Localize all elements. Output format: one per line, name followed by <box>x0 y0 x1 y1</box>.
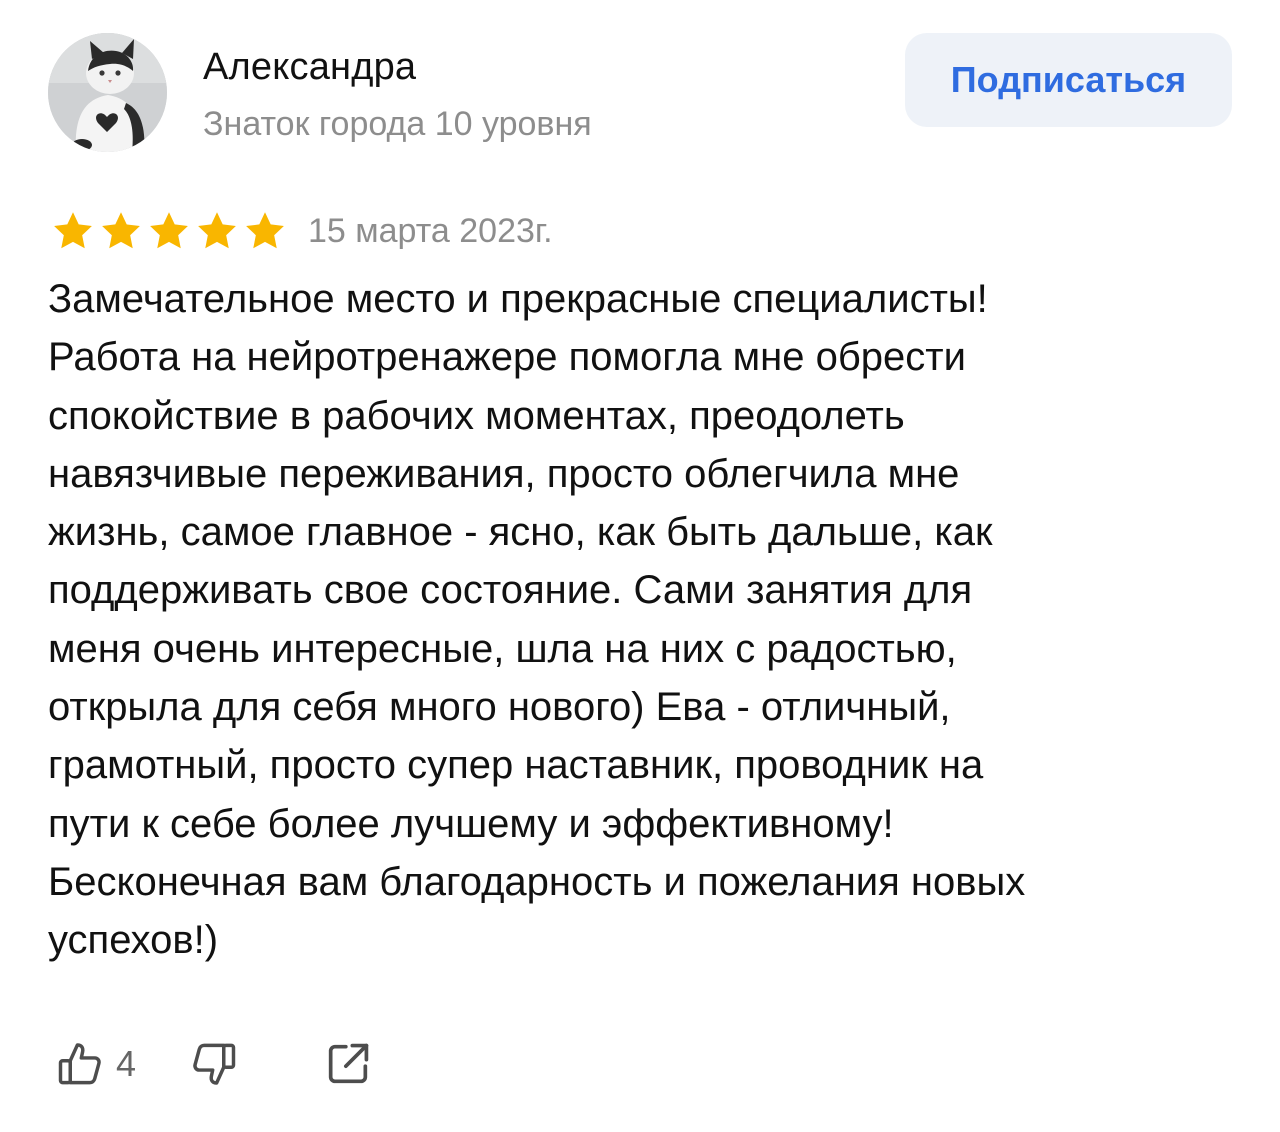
review-line: навязчивые переживания, просто облегчила… <box>48 451 960 496</box>
star-icon <box>102 212 140 249</box>
review-line: спокойствие в рабочих моментах, преодоле… <box>48 393 905 438</box>
star-rating <box>50 209 288 253</box>
review-line: жизнь, самое главное - ясно, как быть да… <box>48 510 993 555</box>
subscribe-button[interactable]: Подписаться <box>905 33 1232 127</box>
cat-avatar-icon <box>48 33 167 152</box>
star-icon <box>246 212 284 249</box>
avatar[interactable] <box>48 33 167 152</box>
review-line: открыла для себя много нового) Ева - отл… <box>48 685 951 730</box>
like-count: 4 <box>116 1043 137 1084</box>
review-line: Замечательное место и прекрасные специал… <box>48 277 988 321</box>
review-line: успехов!) <box>48 918 219 963</box>
review-line: меня очень интересные, шла на них с радо… <box>48 626 957 671</box>
share-button[interactable] <box>322 1038 374 1090</box>
review-date: 15 марта 2023г. <box>308 211 553 250</box>
star-icon <box>198 212 236 249</box>
star-icon <box>54 212 92 249</box>
author-level: Знаток города 10 уровня <box>203 105 592 143</box>
review-line: Бесконечная вам благодарность и пожелани… <box>48 859 1026 904</box>
review-line: пути к себе более лучшему и эффективному… <box>48 801 894 846</box>
author-name[interactable]: Александра <box>203 44 416 90</box>
star-icon <box>150 212 188 249</box>
rating-row: 15 марта 2023г. <box>50 205 553 257</box>
dislike-button[interactable] <box>188 1038 240 1090</box>
thumbs-down-icon <box>193 1043 236 1085</box>
like-button[interactable]: 4 <box>54 1038 136 1090</box>
review-line: грамотный, просто супер наставник, прово… <box>48 743 984 788</box>
review-text: Замечательное место и прекрасные специал… <box>48 270 1228 970</box>
review-actions: 4 <box>54 1032 374 1096</box>
share-icon <box>328 1043 369 1084</box>
review-line: поддерживать свое состояние. Сами заняти… <box>48 568 973 613</box>
review-card: Александра Знаток города 10 уровня Подпи… <box>0 0 1280 1132</box>
thumbs-up-icon <box>58 1043 101 1085</box>
review-line: Работа на нейротренажере помогла мне обр… <box>48 335 966 380</box>
